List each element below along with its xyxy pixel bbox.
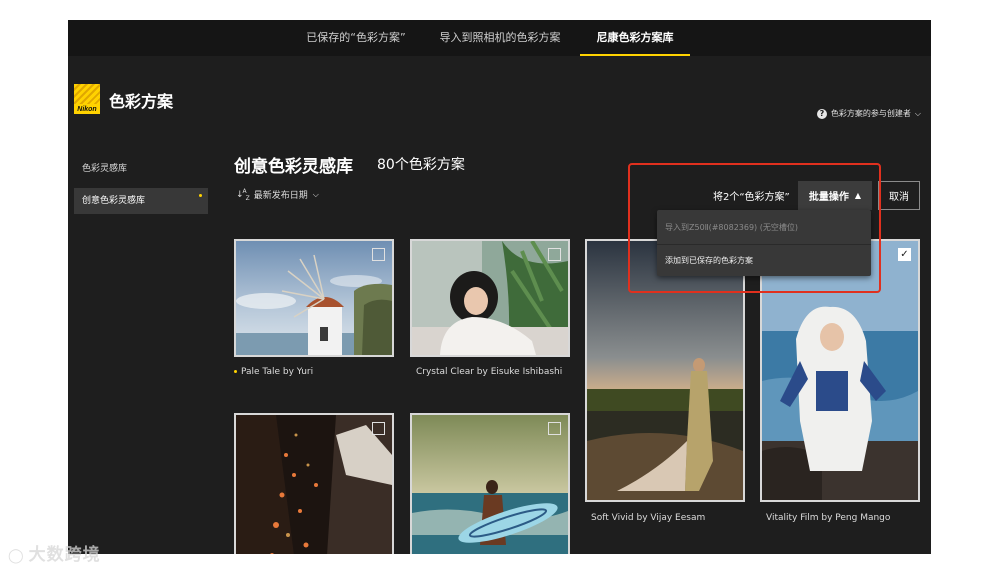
tab-imported-to-camera[interactable]: 导入到照相机的色彩方案 bbox=[434, 20, 566, 56]
windmill-photo bbox=[236, 241, 392, 355]
card-checkbox[interactable] bbox=[372, 248, 385, 261]
sort-control[interactable]: ↓AZ 最新发布日期 ⌵ bbox=[236, 188, 319, 202]
selection-count: 将2个“色彩方案” bbox=[713, 192, 790, 203]
card-checkbox[interactable] bbox=[548, 422, 561, 435]
library-title: 创意色彩灵感库 bbox=[234, 157, 353, 177]
surfer-photo bbox=[412, 415, 568, 554]
card-caption-vitality-film: Vitality Film by Peng Mango bbox=[766, 513, 891, 523]
checkmark-icon: ✓ bbox=[900, 249, 909, 260]
question-circle-icon: ? bbox=[816, 108, 827, 119]
watermark: ◯ 大数跨境 bbox=[8, 540, 101, 565]
menu-item-import-to-camera: 导入到Z50Ⅱ(#8082369) (无空槽位) bbox=[665, 223, 798, 232]
nikon-logo: Nikon bbox=[74, 84, 100, 114]
seaside-portrait-photo bbox=[762, 241, 918, 500]
card-caption-text: Pale Tale by Yuri bbox=[241, 367, 314, 377]
page-title: 色彩方案 bbox=[109, 92, 174, 111]
new-indicator-dot bbox=[199, 194, 202, 197]
card-caption-pale-tale: Pale Tale by Yuri bbox=[234, 367, 313, 377]
sidebar-item-creative-inspiration[interactable]: 创意色彩灵感库 bbox=[74, 188, 208, 214]
card-checkbox-checked[interactable]: ✓ bbox=[898, 248, 911, 261]
watermark-text: 大数跨境 bbox=[28, 545, 101, 565]
logo-stripes bbox=[74, 84, 100, 104]
sort-az-icon: ↓AZ bbox=[236, 188, 250, 202]
new-indicator-dot bbox=[234, 370, 237, 373]
tab-saved-color-schemes[interactable]: 已保存的“色彩方案” bbox=[304, 20, 408, 56]
chevron-down-icon: ⌵ bbox=[312, 189, 319, 199]
chevron-down-icon: ⌵ bbox=[914, 108, 921, 118]
card-checkbox[interactable] bbox=[372, 422, 385, 435]
card-image-crystal-clear[interactable] bbox=[410, 239, 570, 357]
sidebar-item-color-inspiration[interactable]: 色彩灵感库 bbox=[74, 156, 208, 182]
watermark-logo-icon: ◯ bbox=[8, 548, 25, 564]
caret-up-icon: ▲ bbox=[854, 191, 862, 200]
batch-actions-dropdown: 导入到Z50Ⅱ(#8082369) (无空槽位) 添加到已保存的色彩方案 bbox=[657, 210, 871, 276]
sidebar-item-label: 创意色彩灵感库 bbox=[82, 196, 146, 206]
card-image-soft-vivid[interactable] bbox=[585, 239, 745, 502]
tab-nikon-library[interactable]: 尼康色彩方案库 bbox=[580, 20, 690, 56]
help-link-label: 色彩方案的参与创建者 bbox=[830, 109, 911, 118]
card-image-pale-tale[interactable] bbox=[234, 239, 394, 357]
app-window: 已保存的“色彩方案” 导入到照相机的色彩方案 尼康色彩方案库 Nikon 色彩方… bbox=[68, 20, 931, 554]
card-image-surfer[interactable] bbox=[410, 413, 570, 554]
top-navigation: 已保存的“色彩方案” 导入到照相机的色彩方案 尼康色彩方案库 bbox=[68, 20, 931, 56]
card-image-vitality-film[interactable]: ✓ bbox=[760, 239, 920, 502]
sort-label: 最新发布日期 bbox=[253, 191, 308, 202]
card-image-night-street[interactable] bbox=[234, 413, 394, 554]
batch-actions-label: 批量操作 bbox=[808, 192, 849, 203]
card-caption-soft-vivid: Soft Vivid by Vijay Eesam bbox=[591, 513, 706, 523]
sunset-portrait-photo bbox=[587, 241, 743, 500]
portrait-plants-photo bbox=[412, 241, 568, 355]
sidebar-item-label: 色彩灵感库 bbox=[82, 164, 128, 174]
scheme-count: 80个色彩方案 bbox=[377, 157, 465, 173]
menu-item-add-to-saved[interactable]: 添加到已保存的色彩方案 bbox=[657, 244, 871, 276]
night-street-photo bbox=[236, 415, 392, 554]
card-caption-crystal-clear: Crystal Clear by Eisuke Ishibashi bbox=[416, 367, 563, 377]
batch-actions-button[interactable]: 批量操作 ▲ bbox=[798, 181, 872, 210]
card-checkbox[interactable] bbox=[548, 248, 561, 261]
cancel-button[interactable]: 取消 bbox=[878, 181, 920, 210]
logo-text: Nikon bbox=[77, 106, 97, 113]
contributors-help-link[interactable]: ? 色彩方案的参与创建者 ⌵ bbox=[816, 108, 921, 119]
